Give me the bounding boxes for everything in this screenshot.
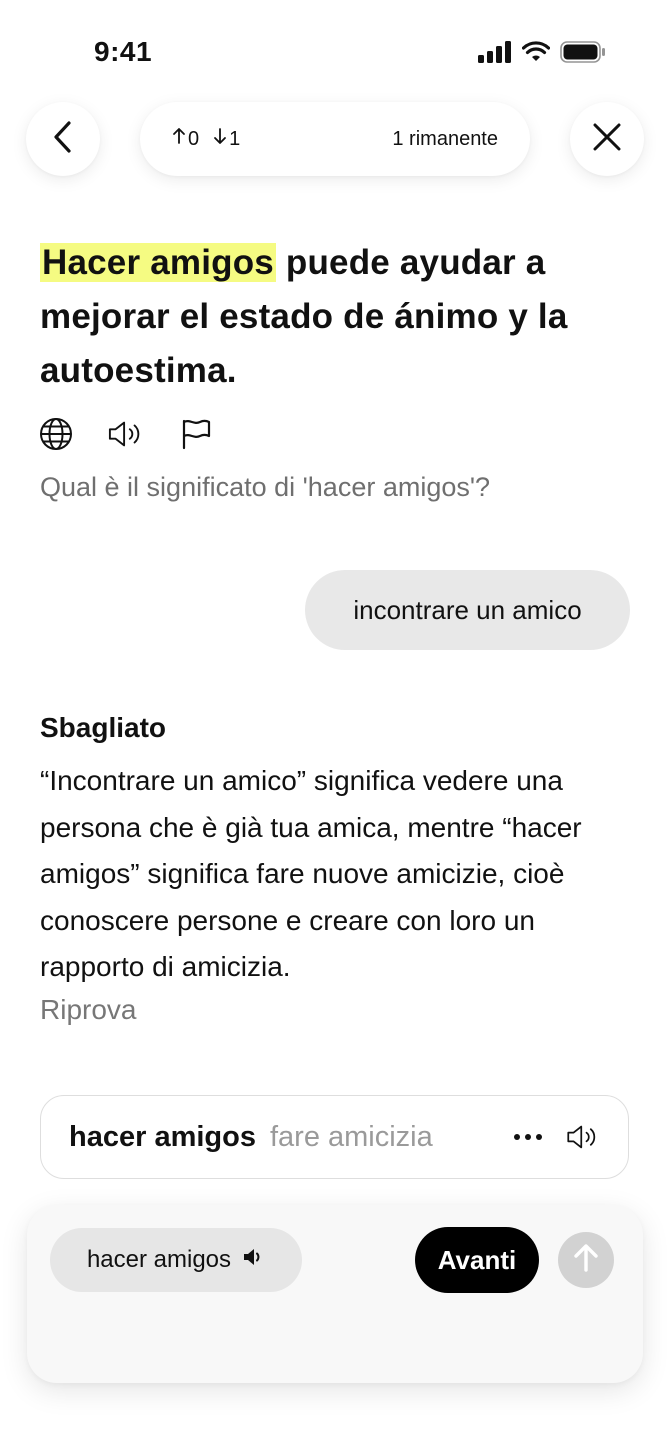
globe-icon[interactable] <box>38 416 74 452</box>
battery-icon <box>560 40 606 68</box>
phrase-chip[interactable]: hacer amigos <box>50 1228 302 1292</box>
wifi-icon <box>521 40 551 68</box>
feedback-explanation: “Incontrare un amico” significa vedere u… <box>40 765 582 982</box>
remaining-count: 1 rimanente <box>392 127 498 150</box>
exercise-sentence: Hacer amigos puede ayudar a mejorar el e… <box>40 236 640 398</box>
vocab-word: hacer amigos <box>69 1120 256 1153</box>
send-button[interactable] <box>558 1232 614 1288</box>
phrase-chip-label: hacer amigos <box>86 1246 232 1273</box>
user-answer-bubble: incontrare un amico <box>305 570 630 650</box>
close-icon <box>592 122 622 157</box>
sentence-tools <box>38 416 214 452</box>
more-options-icon[interactable] <box>512 1121 544 1153</box>
chevron-left-icon <box>52 120 74 159</box>
vocab-translation: fare amicizia <box>269 1120 433 1153</box>
close-button[interactable] <box>570 102 644 176</box>
cellular-signal-icon <box>478 40 512 68</box>
speaker-icon[interactable] <box>566 1120 600 1154</box>
question-text: Qual è il significato di 'hacer amigos'? <box>40 472 491 502</box>
retry-link[interactable]: Riprova <box>40 994 136 1026</box>
wrong-count: 1 <box>213 127 240 151</box>
speaker-filled-icon <box>243 1246 265 1274</box>
status-icons <box>478 38 618 70</box>
back-button[interactable] <box>26 102 100 176</box>
flag-icon[interactable] <box>178 416 214 452</box>
highlighted-phrase[interactable]: Hacer amigos <box>40 243 276 282</box>
answer-counts: 0 1 <box>172 127 240 151</box>
arrow-down-icon <box>213 127 227 151</box>
arrow-up-icon <box>172 127 186 151</box>
speaker-icon[interactable] <box>108 416 144 452</box>
correct-count: 0 <box>172 127 199 151</box>
status-time: 9:41 <box>94 36 153 67</box>
next-button[interactable]: Avanti <box>415 1227 539 1293</box>
vocab-card[interactable]: hacer amigos fare amicizia <box>40 1095 629 1179</box>
feedback-verdict: Sbagliato <box>40 712 167 743</box>
arrow-up-icon <box>573 1243 599 1278</box>
progress-pill: 0 1 1 rimanente <box>140 102 530 176</box>
